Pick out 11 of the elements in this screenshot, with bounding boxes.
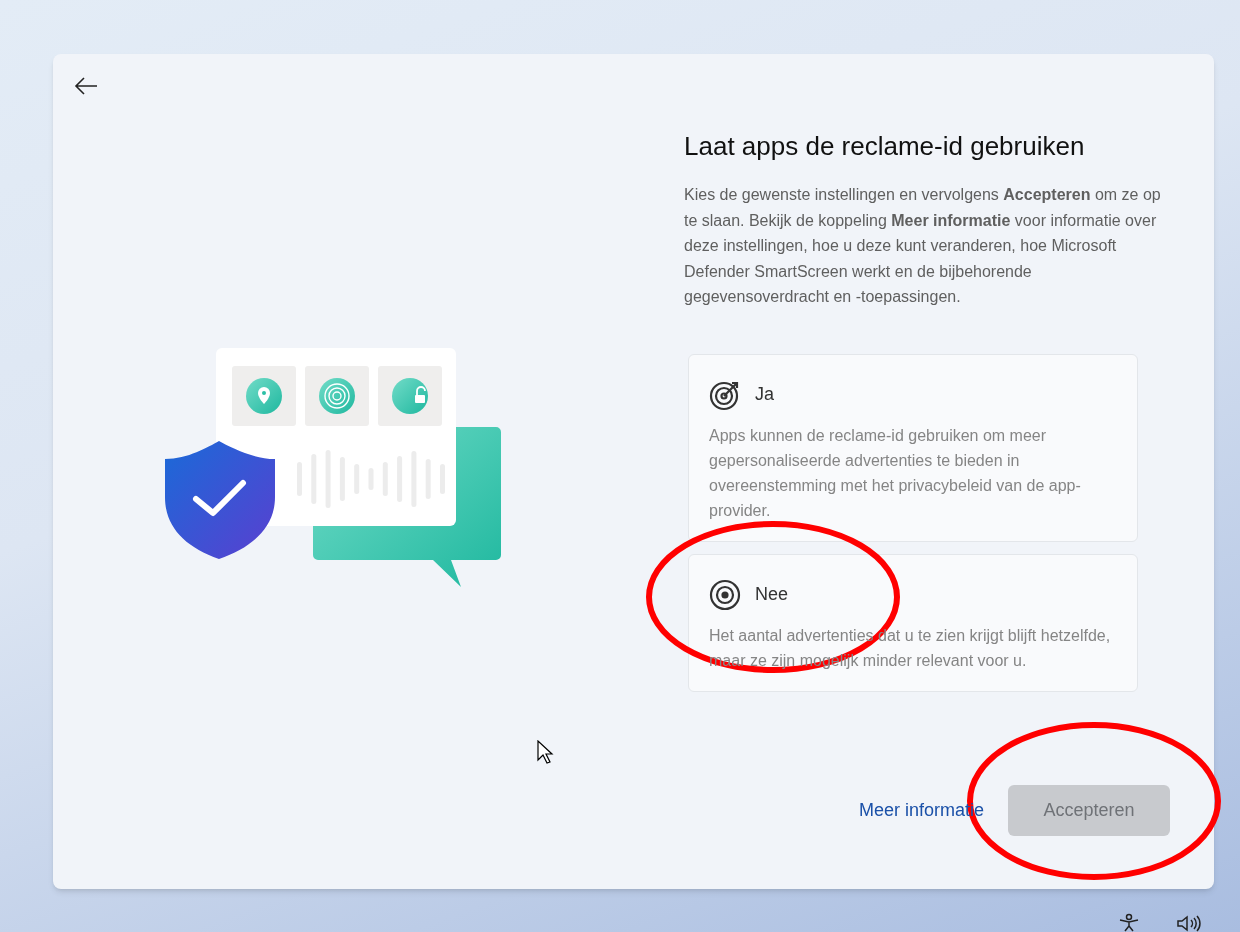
- option-label: Ja: [755, 383, 774, 406]
- option-description: Apps kunnen de reclame-id gebruiken om meer gepersonaliseerde advertenties te bieden in overeenstemming met het privacybeleid van de app-provider.: [709, 425, 1082, 521]
- description-text: Kies de gewenste instellingen en vervolgens Accepteren om ze op te slaan. Bekijk de koppeling Meer informatie voor informatie over deze instellingen, hoe u deze kunt veranderen, hoe Microsoft Defender SmartScreen werkt en de bijbehorende gegevensoverdracht en -toepassingen.: [684, 185, 1162, 307]
- option-card[interactable]: Ja Apps kunnen de reclame-id gebruiken om meer gepersonaliseerde advertenties te bieden in overeenstemming met het privacybeleid van de app-provider.: [688, 353, 1138, 542]
- accessibility-icon[interactable]: [1118, 913, 1140, 932]
- mouse-pointer-icon: [537, 740, 554, 765]
- option-label: Nee: [755, 583, 789, 606]
- bullseye-icon: [709, 578, 741, 611]
- volume-icon[interactable]: [1176, 915, 1202, 932]
- page-title: Laat apps de reclame-id gebruiken: [684, 130, 1086, 162]
- back-arrow-icon[interactable]: [73, 76, 99, 96]
